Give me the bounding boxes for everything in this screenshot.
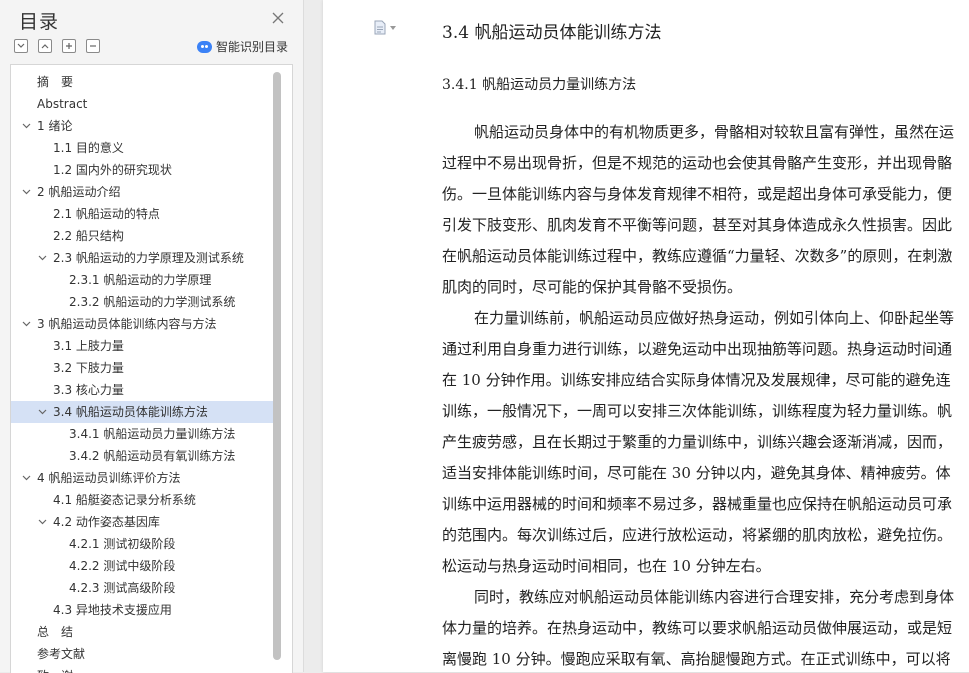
text-line: 同时，教练应对帆船运动员体能训练内容进行合理安排，充分考虑到身体 bbox=[474, 588, 955, 606]
text-line: 训练，一般情况下，一周可以安排三次体能训练，训练程度为轻力量训练。帆 bbox=[442, 402, 953, 420]
toc-item[interactable]: 3.3 核心力量 bbox=[11, 379, 273, 401]
toc-item-label: 4.2 动作姿态基因库 bbox=[53, 515, 160, 529]
toc-item-label: Abstract bbox=[37, 97, 88, 111]
expand-all-icon[interactable] bbox=[14, 39, 28, 53]
toc-item[interactable]: 3 帆船运动员体能训练内容与方法 bbox=[11, 313, 273, 335]
toc-item[interactable]: 2.3.2 帆船运动的力学测试系统 bbox=[11, 291, 273, 313]
text-line: 体力量的培养。在热身运动中，教练可以要求帆船运动员做伸展运动，或是短 bbox=[442, 619, 953, 637]
toc-sidebar: 目录 智能识别目录 摘 要 Abstract 1 绪论 1.1 目的意义 1.2 国内外… bbox=[0, 0, 304, 673]
toc-item[interactable]: 参考文献 bbox=[11, 643, 273, 665]
text-line: 引发下肢变形、肌肉发育不平衡等问题，甚至对其身体造成永久性损害。因此 bbox=[442, 216, 953, 234]
toc-item[interactable]: 3.4 帆船运动员体能训练方法 bbox=[11, 401, 273, 423]
toc-item[interactable]: 1.2 国内外的研究现状 bbox=[11, 159, 273, 181]
toc-item-label: 2.2 船只结构 bbox=[53, 229, 124, 243]
text-line: 过程中不易出现骨折，但是不规范的运动也会使其骨骼产生变形，并出现骨骼 bbox=[442, 154, 953, 172]
toc-item-label: 2.3 帆船运动的力学原理及测试系统 bbox=[53, 251, 244, 265]
toc-item[interactable]: 4.2.2 测试中级阶段 bbox=[11, 555, 273, 577]
toc-item[interactable]: 4 帆船运动员训练评价方法 bbox=[11, 467, 273, 489]
toc-item-label: 4.3 异地技术支援应用 bbox=[53, 603, 172, 617]
close-icon[interactable] bbox=[270, 10, 286, 26]
caret-down-icon bbox=[390, 25, 396, 30]
toc-item[interactable]: 4.2.3 测试高级阶段 bbox=[11, 577, 273, 599]
toc-item-label: 2.3.1 帆船运动的力学原理 bbox=[69, 273, 212, 287]
toc-item[interactable]: 2.1 帆船运动的特点 bbox=[11, 203, 273, 225]
toc-item-label: 2.3.2 帆船运动的力学测试系统 bbox=[69, 295, 236, 309]
toc-scrollbar[interactable] bbox=[273, 72, 281, 660]
text-line: 通过利用自身重力进行训练，以避免运动中出现抽筋等问题。热身运动时间通 bbox=[442, 340, 953, 358]
toc-item[interactable]: 摘 要 bbox=[11, 71, 273, 93]
toc-item-label: 3.2 下肢力量 bbox=[53, 361, 124, 375]
chevron-down-icon[interactable] bbox=[21, 115, 31, 137]
toc-item[interactable]: 3.1 上肢力量 bbox=[11, 335, 273, 357]
document-icon bbox=[374, 20, 386, 35]
toc-item[interactable]: 总 结 bbox=[11, 621, 273, 643]
toc-item-label: 1.2 国内外的研究现状 bbox=[53, 163, 172, 177]
toc-item[interactable]: 2 帆船运动介绍 bbox=[11, 181, 273, 203]
text-line: 在 10 分钟作用。训练安排应结合实际身体情况及发展规律，尽可能的避免连 bbox=[442, 371, 951, 389]
toc-item[interactable]: 2.3 帆船运动的力学原理及测试系统 bbox=[11, 247, 273, 269]
toc-item-label: 3.3 核心力量 bbox=[53, 383, 124, 397]
toc-item-label: 2.1 帆船运动的特点 bbox=[53, 207, 160, 221]
toc-item[interactable]: 4.1 船艇姿态记录分析系统 bbox=[11, 489, 273, 511]
toc-item[interactable]: 3.2 下肢力量 bbox=[11, 357, 273, 379]
toc-item[interactable]: 4.2.1 测试初级阶段 bbox=[11, 533, 273, 555]
chevron-down-icon[interactable] bbox=[37, 401, 47, 423]
toc-item-label: 4.2.1 测试初级阶段 bbox=[69, 537, 176, 551]
section-heading: 3.4 帆船运动员体能训练方法 bbox=[442, 23, 662, 43]
text-line: 在帆船运动员体能训练过程中，教练应遵循“力量轻、次数多”的原则，在刺激 bbox=[442, 247, 953, 265]
add-item-icon[interactable] bbox=[62, 39, 76, 53]
toc-item[interactable]: 4.3 异地技术支援应用 bbox=[11, 599, 273, 621]
text-line: 训练中运用器械的时间和频率不易过多，器械重量也应保持在帆船运动员可承 bbox=[442, 495, 953, 513]
text-line: 松运动与热身运动时间相同，也在 10 分钟左右。 bbox=[442, 557, 771, 575]
chevron-down-icon[interactable] bbox=[21, 313, 31, 335]
text-line: 伤。一旦体能训练内容与身体发育规律不相符，或是超出身体可承受能力，便 bbox=[442, 185, 953, 203]
toc-item-label: 3.4.2 帆船运动员有氧训练方法 bbox=[69, 449, 236, 463]
toc-item-label: 1 绪论 bbox=[37, 119, 73, 133]
chevron-down-icon[interactable] bbox=[21, 181, 31, 203]
toc-item[interactable]: 1 绪论 bbox=[11, 115, 273, 137]
toc-item-label: 4 帆船运动员训练评价方法 bbox=[37, 471, 181, 485]
toc-toolbar bbox=[14, 39, 100, 53]
toc-item-label: 3 帆船运动员体能训练内容与方法 bbox=[37, 317, 217, 331]
toc-item-label: 3.4 帆船运动员体能训练方法 bbox=[53, 405, 208, 419]
toc-item-label: 4.1 船艇姿态记录分析系统 bbox=[53, 493, 196, 507]
text-line: 肌肉的同时，尽可能的保护其骨骼不受损伤。 bbox=[442, 278, 743, 296]
toc-item-label: 2 帆船运动介绍 bbox=[37, 185, 121, 199]
chevron-down-icon[interactable] bbox=[21, 467, 31, 489]
toc-item-label: 4.2.3 测试高级阶段 bbox=[69, 581, 176, 595]
smart-toc-button[interactable]: 智能识别目录 bbox=[197, 38, 288, 55]
text-line: 离慢跑 10 分钟。慢跑应采取有氧、高抬腿慢跑方式。在正式训练中，可以将 bbox=[442, 650, 951, 668]
smart-toc-label: 智能识别目录 bbox=[216, 40, 289, 54]
toc-item-label: 总 结 bbox=[37, 625, 74, 639]
chevron-down-icon[interactable] bbox=[37, 247, 47, 269]
chevron-down-icon[interactable] bbox=[37, 511, 47, 533]
toc-item[interactable]: 3.4.2 帆船运动员有氧训练方法 bbox=[11, 445, 273, 467]
robot-icon bbox=[197, 40, 212, 53]
text-line: 产生疲劳感，且在长期过于繁重的力量训练中，训练兴趣会逐渐消减，因而， bbox=[442, 433, 953, 451]
text-line: 适当安排体能训练时间，尽可能在 30 分钟以内，避免其身体、精神疲劳。体 bbox=[442, 464, 951, 482]
toc-item[interactable]: Abstract bbox=[11, 93, 273, 115]
toc-item-label: 参考文献 bbox=[37, 647, 86, 661]
toc-item[interactable]: 4.2 动作姿态基因库 bbox=[11, 511, 273, 533]
document-options-button[interactable] bbox=[374, 20, 396, 35]
subsection-heading: 3.4.1 帆船运动员力量训练方法 bbox=[442, 77, 637, 93]
sidebar-title: 目录 bbox=[19, 11, 60, 33]
toc-item-label: 摘 要 bbox=[37, 75, 74, 89]
text-line: 在力量训练前，帆船运动员应做好热身运动，例如引体向上、仰卧起坐等 bbox=[474, 309, 955, 327]
toc-item-label: 1.1 目的意义 bbox=[53, 141, 124, 155]
toc-item[interactable]: 1.1 目的意义 bbox=[11, 137, 273, 159]
toc-item-label: 3.1 上肢力量 bbox=[53, 339, 124, 353]
toc-item-label: 4.2.2 测试中级阶段 bbox=[69, 559, 176, 573]
toc-item[interactable]: 2.3.1 帆船运动的力学原理 bbox=[11, 269, 273, 291]
text-line: 的范围内。每次训练过后，应进行放松运动，将紧绷的肌肉放松，避免拉伤。 bbox=[442, 526, 953, 544]
collapse-all-icon[interactable] bbox=[38, 39, 52, 53]
toc-item[interactable]: 3.4.1 帆船运动员力量训练方法 bbox=[11, 423, 273, 445]
toc-item-label: 3.4.1 帆船运动员力量训练方法 bbox=[69, 427, 236, 441]
text-line: 帆船运动员身体中的有机物质更多，骨骼相对较软且富有弹性，虽然在运 bbox=[474, 123, 955, 141]
toc-list: 摘 要 Abstract 1 绪论 1.1 目的意义 1.2 国内外的研究现状 2 帆船运… bbox=[10, 64, 293, 673]
toc-item[interactable]: 2.2 船只结构 bbox=[11, 225, 273, 247]
remove-item-icon[interactable] bbox=[86, 39, 100, 53]
